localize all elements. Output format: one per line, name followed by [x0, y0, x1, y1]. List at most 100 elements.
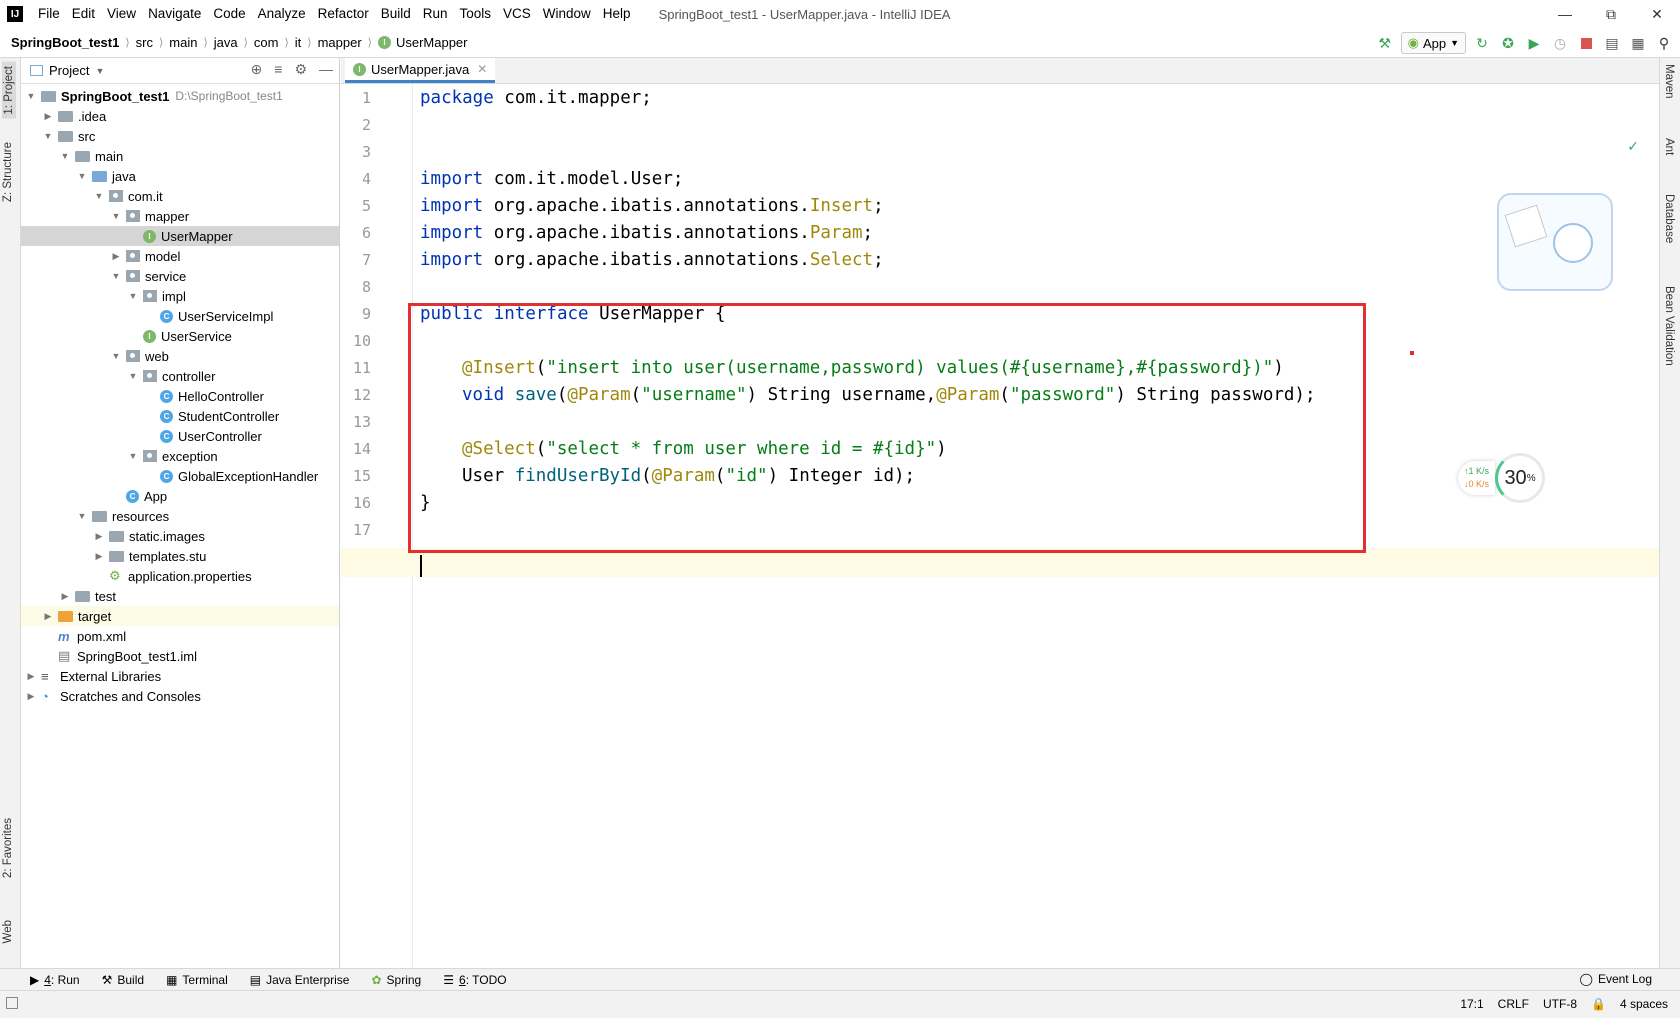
event-log-button[interactable]: ◯ Event Log	[1580, 972, 1652, 986]
tab-bean-validation[interactable]: Bean Validation	[1663, 286, 1675, 366]
breadcrumb-it[interactable]: it	[295, 35, 302, 50]
tab-ant[interactable]: Ant	[1663, 138, 1675, 155]
gear-icon[interactable]: ⚙	[294, 61, 307, 78]
tool-run[interactable]: ▶ 4: Run	[30, 973, 80, 987]
tree-item-mapper[interactable]: ▼ mapper	[21, 206, 339, 226]
profile-icon[interactable]: ◷	[1550, 33, 1570, 53]
status-indent[interactable]: 4 spaces	[1620, 997, 1668, 1011]
tree-item--idea[interactable]: ▶ .idea	[21, 106, 339, 126]
collapsed-arrow-icon[interactable]: ▶	[110, 251, 122, 262]
menu-window[interactable]: Window	[537, 0, 597, 28]
project-panel-title[interactable]: Project	[49, 63, 89, 78]
status-caret-position[interactable]: 17:1	[1460, 997, 1483, 1011]
tree-item-userservice[interactable]: I UserService	[21, 326, 339, 346]
expanded-arrow-icon[interactable]: ▼	[59, 151, 71, 161]
terminal-window-icon[interactable]: ▦	[1628, 33, 1648, 53]
menu-navigate[interactable]: Navigate	[142, 0, 207, 28]
tree-item-target[interactable]: ▶ target	[21, 606, 339, 626]
tree-item-studentcontroller[interactable]: C StudentController	[21, 406, 339, 426]
expanded-arrow-icon[interactable]: ▼	[127, 451, 139, 461]
tree-item-application-properties[interactable]: ⚙ application.properties	[21, 566, 339, 586]
tree-item-globalexceptionhandler[interactable]: C GlobalExceptionHandler	[21, 466, 339, 486]
expanded-arrow-icon[interactable]: ▼	[25, 91, 37, 101]
expanded-arrow-icon[interactable]: ▼	[110, 211, 122, 221]
menu-run[interactable]: Run	[417, 0, 454, 28]
inspection-ok-icon[interactable]: ✓	[1627, 138, 1639, 155]
tree-item-exception[interactable]: ▼ exception	[21, 446, 339, 466]
hide-panel-icon[interactable]: —	[319, 61, 333, 78]
collapsed-arrow-icon[interactable]: ▶	[93, 531, 105, 542]
tree-item-springboot-test1-iml[interactable]: ▤ SpringBoot_test1.iml	[21, 646, 339, 666]
tab-project[interactable]: 1: Project	[2, 62, 16, 119]
restore-icon[interactable]: ⧉	[1588, 0, 1634, 28]
tree-item-static-images[interactable]: ▶ static.images	[21, 526, 339, 546]
network-speed-widget[interactable]: ↑1 K/s ↓0 K/s 30%	[1458, 452, 1568, 504]
collapsed-arrow-icon[interactable]: ▶	[25, 691, 37, 702]
close-icon[interactable]: ✕	[1634, 0, 1680, 28]
toggle-tool-windows-icon[interactable]	[6, 997, 18, 1009]
tool-java-enterprise[interactable]: ▤ Java Enterprise	[250, 973, 350, 987]
expanded-arrow-icon[interactable]: ▼	[110, 351, 122, 361]
tree-item-userserviceimpl[interactable]: C UserServiceImpl	[21, 306, 339, 326]
run-configuration-select[interactable]: ◉ App ▼	[1400, 32, 1466, 54]
tree-item-pom-xml[interactable]: m pom.xml	[21, 626, 339, 646]
project-structure-icon[interactable]: ▤	[1602, 33, 1622, 53]
breadcrumb-src[interactable]: src	[136, 35, 153, 50]
tool-spring[interactable]: ✿ Spring	[371, 973, 421, 987]
expanded-arrow-icon[interactable]: ▼	[76, 171, 88, 181]
tree-item-hellocontroller[interactable]: C HelloController	[21, 386, 339, 406]
editor-tab-usermapper[interactable]: I UserMapper.java ✕	[345, 58, 496, 83]
search-icon[interactable]: ⚲	[1654, 33, 1674, 53]
tab-favorites[interactable]: 2: Favorites	[2, 818, 14, 878]
debug-icon[interactable]: ✪	[1498, 33, 1518, 53]
tree-item-external-libraries[interactable]: ▶ ≡ External Libraries	[21, 666, 339, 686]
expanded-arrow-icon[interactable]: ▼	[110, 271, 122, 281]
breadcrumb-mapper[interactable]: mapper	[318, 35, 362, 50]
build-hammer-icon[interactable]: ⚒	[1375, 33, 1395, 53]
tree-item-service[interactable]: ▼ service	[21, 266, 339, 286]
tab-maven[interactable]: Maven	[1663, 64, 1675, 99]
menu-view[interactable]: View	[101, 0, 142, 28]
menu-refactor[interactable]: Refactor	[312, 0, 375, 28]
tree-item-usercontroller[interactable]: C UserController	[21, 426, 339, 446]
tree-item-usermapper[interactable]: I UserMapper	[21, 226, 339, 246]
tree-item-controller[interactable]: ▼ controller	[21, 366, 339, 386]
locate-icon[interactable]: ⊕	[251, 61, 263, 78]
close-tab-icon[interactable]: ✕	[477, 62, 487, 76]
tree-item-java[interactable]: ▼ java	[21, 166, 339, 186]
coverage-icon[interactable]: ▶	[1524, 33, 1544, 53]
tree-item-springboot-test1[interactable]: ▼ SpringBoot_test1 D:\SpringBoot_test1	[21, 86, 339, 106]
tab-structure[interactable]: Z: Structure	[2, 142, 14, 202]
tool-terminal[interactable]: ▦ Terminal	[166, 973, 228, 987]
tree-item-impl[interactable]: ▼ impl	[21, 286, 339, 306]
menu-help[interactable]: Help	[597, 0, 637, 28]
breadcrumb-project[interactable]: SpringBoot_test1	[11, 35, 119, 50]
lock-icon[interactable]: 🔒	[1591, 997, 1606, 1011]
tree-item-model[interactable]: ▶ model	[21, 246, 339, 266]
rerun-icon[interactable]: ↻	[1472, 33, 1492, 53]
collapsed-arrow-icon[interactable]: ▶	[25, 671, 37, 682]
breadcrumb-java[interactable]: java	[214, 35, 238, 50]
breadcrumb-main[interactable]: main	[169, 35, 197, 50]
menu-code[interactable]: Code	[207, 0, 251, 28]
tree-item-src[interactable]: ▼ src	[21, 126, 339, 146]
tree-item-templates-stu[interactable]: ▶ templates.stu	[21, 546, 339, 566]
breadcrumb-usermapper[interactable]: I UserMapper	[377, 35, 467, 50]
menu-edit[interactable]: Edit	[66, 0, 101, 28]
expanded-arrow-icon[interactable]: ▼	[42, 131, 54, 141]
menu-tools[interactable]: Tools	[454, 0, 498, 28]
tree-item-com-it[interactable]: ▼ com.it	[21, 186, 339, 206]
collapsed-arrow-icon[interactable]: ▶	[42, 111, 54, 122]
tree-item-main[interactable]: ▼ main	[21, 146, 339, 166]
minimize-icon[interactable]: —	[1542, 0, 1588, 28]
tree-item-app[interactable]: C App	[21, 486, 339, 506]
expanded-arrow-icon[interactable]: ▼	[93, 191, 105, 201]
chevron-down-icon[interactable]: ▼	[95, 66, 104, 76]
tool-todo[interactable]: ☰ 6: TODO	[443, 973, 506, 987]
tree-item-resources[interactable]: ▼ resources	[21, 506, 339, 526]
collapsed-arrow-icon[interactable]: ▶	[59, 591, 71, 602]
tree-item-scratches-and-consoles[interactable]: ▶ ◔ Scratches and Consoles	[21, 686, 339, 706]
tab-database[interactable]: Database	[1663, 194, 1675, 243]
collapse-all-icon[interactable]: ≡	[274, 61, 282, 78]
expanded-arrow-icon[interactable]: ▼	[127, 371, 139, 381]
